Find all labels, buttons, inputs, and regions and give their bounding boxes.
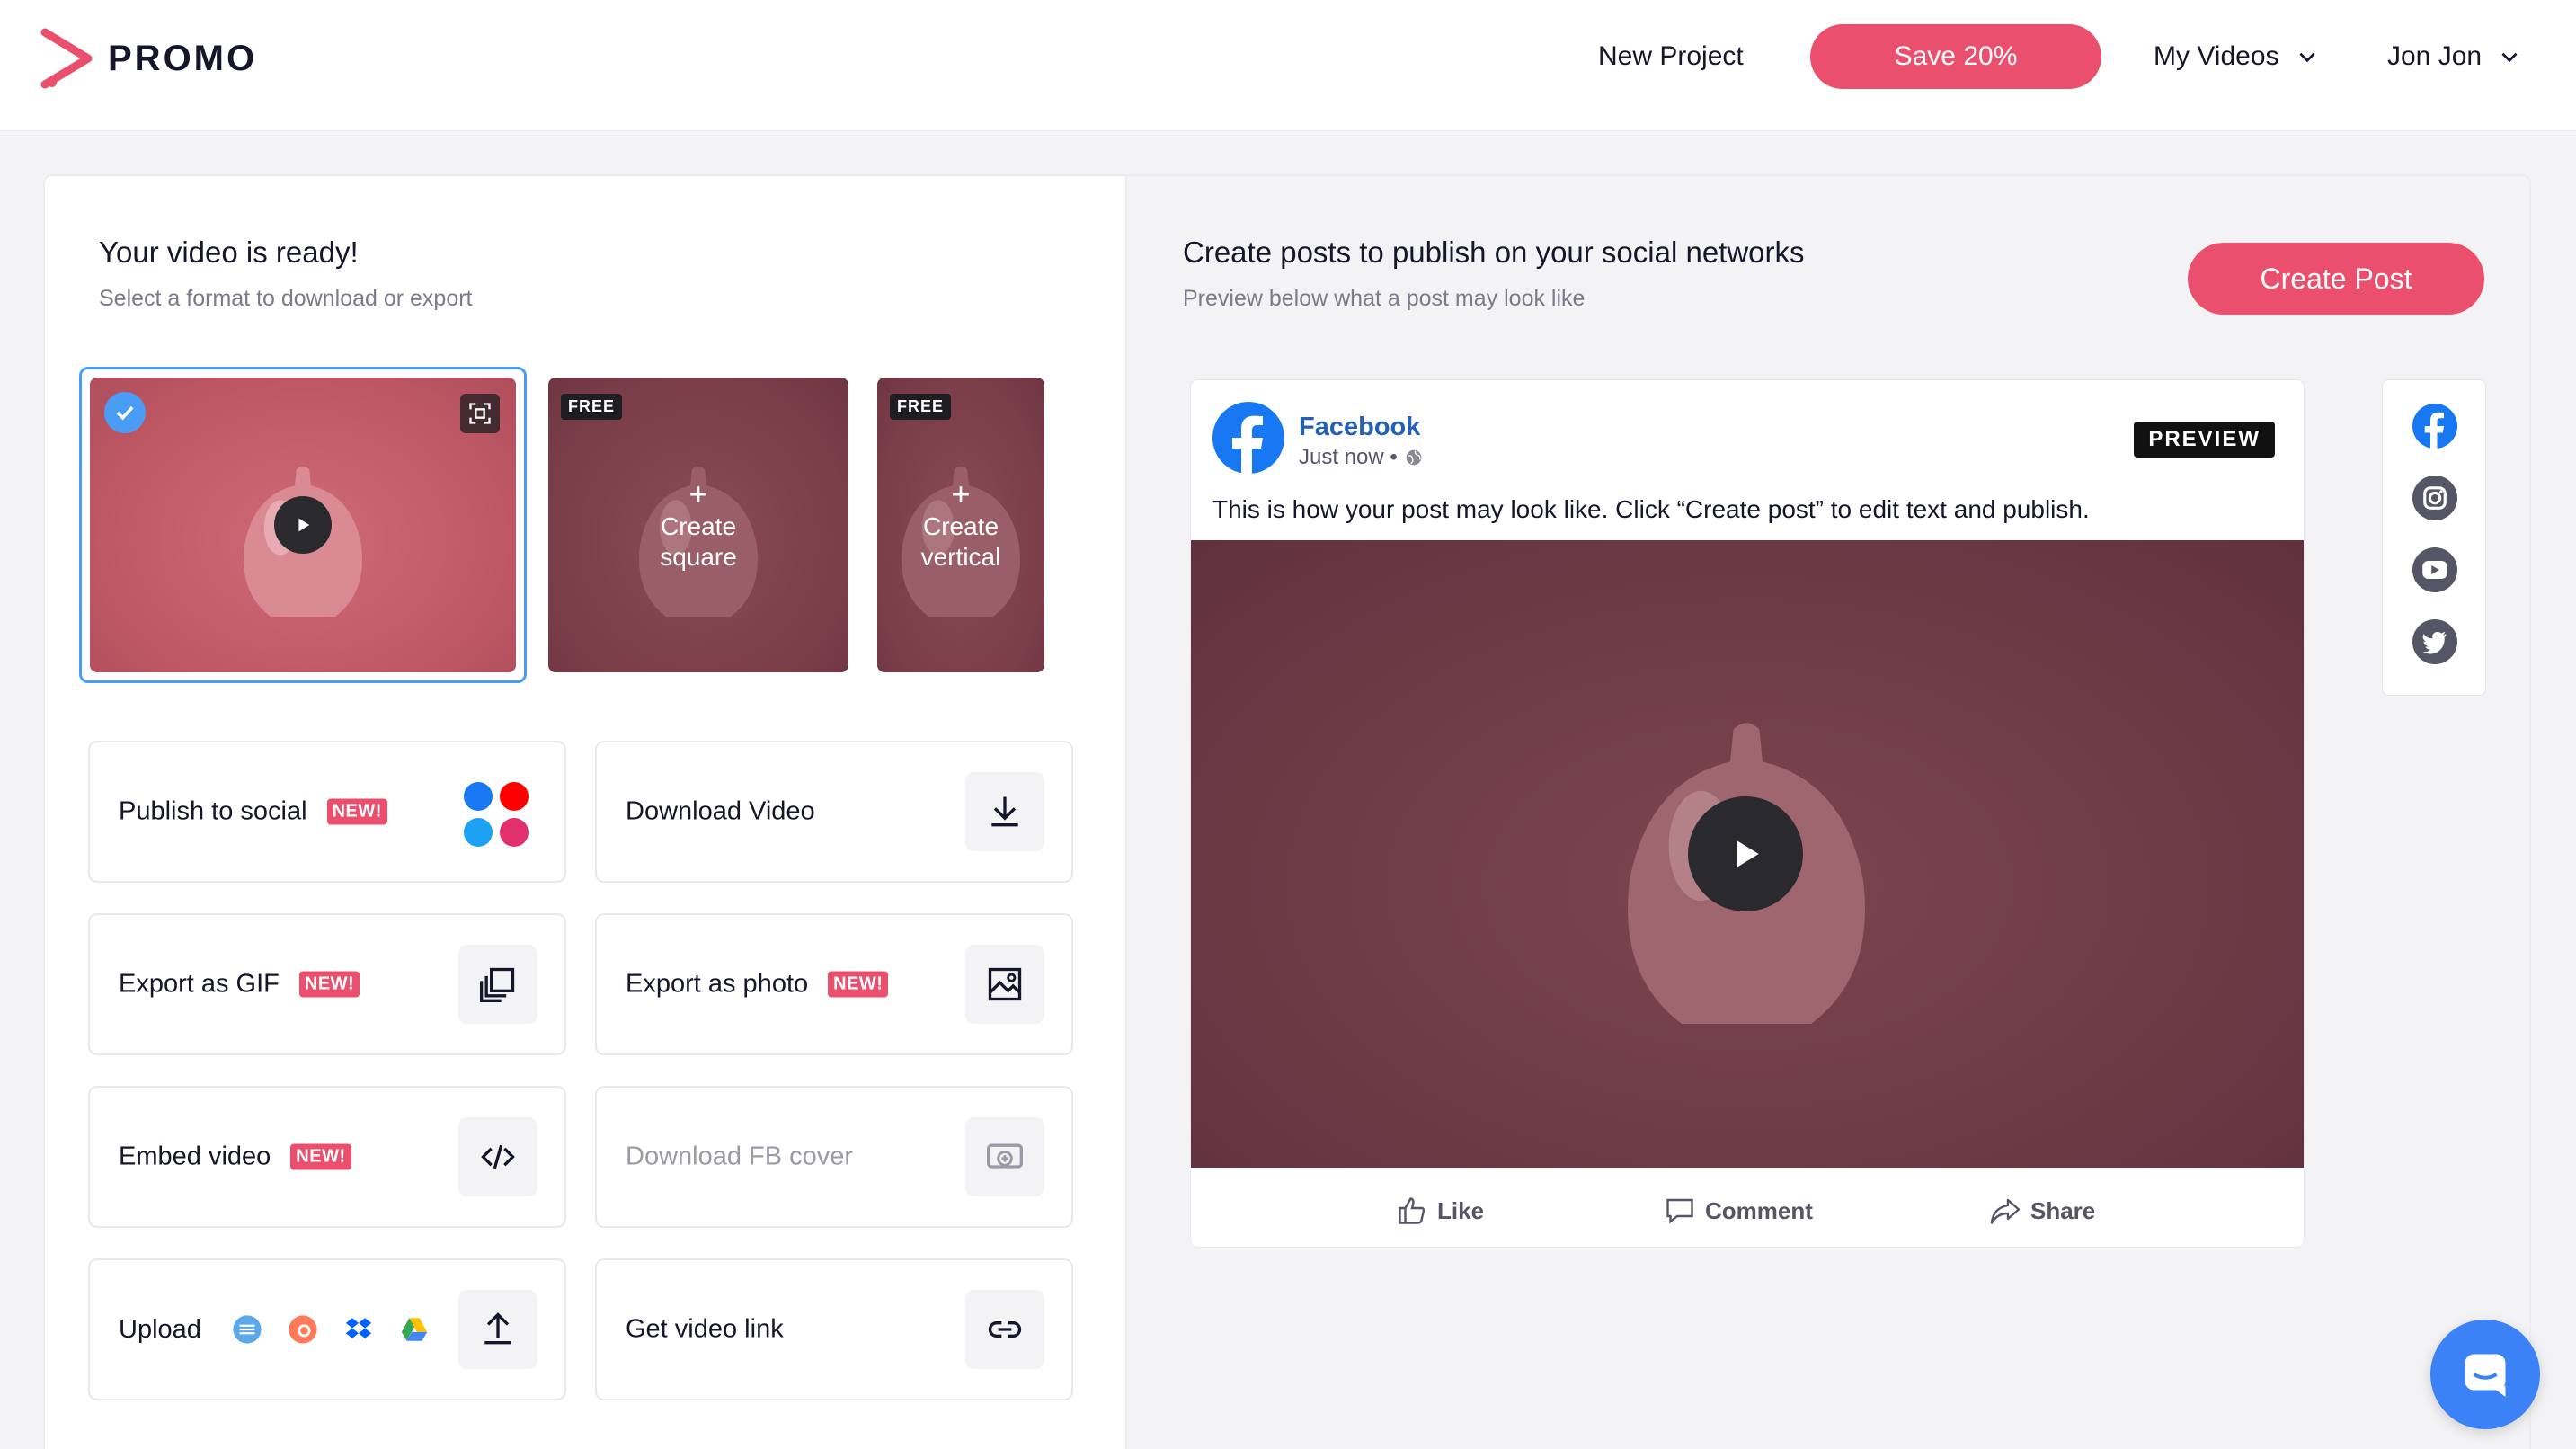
download-video-label: Download Video	[626, 796, 815, 826]
download-fb-cover-label: Download FB cover	[626, 1142, 854, 1171]
user-name: Jon Jon	[2387, 41, 2483, 71]
like-label: Like	[1437, 1196, 1485, 1224]
video-ready-title: Your video is ready!	[99, 236, 359, 269]
create-square-label: Create square	[660, 512, 737, 571]
new-badge: NEW!	[298, 971, 360, 998]
like-button[interactable]: Like	[1396, 1195, 1484, 1227]
thumbs-up-icon	[1399, 1197, 1426, 1224]
thumbnail-create-square[interactable]: FREE + Create square	[548, 378, 848, 672]
selected-check-icon	[104, 392, 146, 433]
social-network-selector	[2382, 379, 2486, 696]
plus-icon: +	[951, 476, 971, 512]
play-button[interactable]	[274, 496, 332, 554]
download-icon	[965, 772, 1044, 851]
new-badge: NEW!	[828, 971, 889, 998]
social-posts-title: Create posts to publish on your social n…	[1183, 236, 1805, 269]
post-network-name: Facebook	[1299, 413, 1421, 441]
my-videos-menu[interactable]: My Videos	[2154, 24, 2319, 89]
plus-icon: +	[688, 476, 708, 512]
google-drive-icon	[401, 1318, 428, 1341]
play-button[interactable]	[1688, 796, 1803, 911]
export-gif-option[interactable]: Export as GIF NEW!	[88, 913, 566, 1055]
comment-label: Comment	[1705, 1196, 1813, 1224]
link-icon	[965, 1290, 1044, 1369]
code-icon	[458, 1117, 537, 1196]
chevron-down-icon	[2501, 52, 2518, 63]
get-video-link-option[interactable]: Get video link	[595, 1258, 1073, 1400]
youtube-icon[interactable]	[2412, 547, 2457, 592]
create-vertical-label: Create vertical	[920, 512, 1001, 571]
export-photo-label: Export as photo	[626, 969, 809, 999]
top-header: PROMO New Project Save 20% My Videos Jon…	[0, 0, 2576, 131]
share-button[interactable]: Share	[1989, 1195, 2095, 1227]
post-text: This is how your post may look like. Cli…	[1212, 495, 2090, 523]
logo-text: PROMO	[108, 38, 258, 78]
publish-to-social-option[interactable]: Publish to social NEW!	[88, 741, 566, 883]
instagram-icon[interactable]	[2412, 476, 2457, 520]
post-actions: Like Comment Share	[1191, 1168, 2304, 1247]
embed-video-option[interactable]: Embed video NEW!	[88, 1086, 566, 1228]
create-vertical-overlay: + Create vertical	[877, 378, 1044, 672]
image-icon	[965, 945, 1044, 1024]
save-20-button[interactable]: Save 20%	[1810, 24, 2101, 89]
embed-video-label: Embed video	[119, 1142, 271, 1171]
create-square-overlay: + Create square	[548, 378, 848, 672]
facebook-logo-icon	[1212, 402, 1284, 474]
promo-logo[interactable]: PROMO	[40, 27, 257, 90]
download-fb-cover-option[interactable]: Download FB cover	[595, 1086, 1073, 1228]
share-label: Share	[2030, 1196, 2096, 1224]
post-time-label: Just now •	[1299, 445, 1398, 469]
main-panel: Your video is ready! Select a format to …	[43, 174, 2531, 1449]
download-video-option[interactable]: Download Video	[595, 741, 1073, 883]
user-menu[interactable]: Jon Jon	[2387, 24, 2521, 89]
post-time: Just now •	[1299, 445, 1423, 470]
twitter-icon	[464, 818, 493, 847]
social-icons-cluster	[460, 778, 532, 850]
new-badge: NEW!	[290, 1143, 351, 1170]
export-photo-option[interactable]: Export as photo NEW!	[595, 913, 1073, 1055]
play-icon	[298, 518, 310, 532]
facebook-icon	[464, 782, 493, 811]
social-post-panel: Create posts to publish on your social n…	[1129, 176, 2529, 1449]
play-icon	[1737, 840, 1759, 867]
share-icon	[1990, 1198, 2021, 1224]
create-post-button[interactable]: Create Post	[2188, 243, 2484, 315]
chevron-down-icon	[2298, 52, 2315, 63]
preview-badge: PREVIEW	[2134, 422, 2275, 458]
crop-icon[interactable]	[460, 394, 500, 433]
youtube-icon	[500, 782, 529, 811]
facebook-icon[interactable]	[2412, 404, 2457, 449]
my-videos-label: My Videos	[2154, 41, 2279, 71]
support-chat-button[interactable]	[2430, 1320, 2540, 1429]
upload-option[interactable]: Upload	[88, 1258, 566, 1400]
instagram-icon	[500, 818, 529, 847]
hubspot-icon	[289, 1315, 317, 1344]
twitter-icon[interactable]	[2412, 619, 2457, 664]
post-video[interactable]	[1191, 540, 2304, 1168]
facebook-post-preview: Facebook Just now • PREVIEW This is how …	[1190, 379, 2305, 1248]
dropbox-icon	[345, 1318, 372, 1338]
layers-icon	[458, 945, 537, 1024]
export-panel: Your video is ready! Select a format to …	[45, 176, 1127, 1449]
comment-button[interactable]: Comment	[1664, 1195, 1813, 1227]
email-service-icon	[233, 1315, 262, 1344]
new-badge: NEW!	[326, 798, 387, 825]
get-video-link-label: Get video link	[626, 1314, 784, 1344]
export-gif-label: Export as GIF	[119, 969, 280, 999]
thumbnail-create-vertical[interactable]: FREE + Create vertical	[877, 378, 1044, 672]
social-posts-subtitle: Preview below what a post may look like	[1183, 286, 1586, 311]
fb-cover-icon	[965, 1117, 1044, 1196]
globe-icon	[1406, 449, 1422, 466]
upload-icon	[458, 1290, 537, 1369]
new-project-link[interactable]: New Project	[1598, 24, 1744, 89]
thumbnail-original[interactable]	[90, 378, 516, 672]
chat-icon	[2465, 1354, 2506, 1397]
video-ready-subtitle: Select a format to download or export	[99, 286, 473, 311]
promo-logo-icon	[40, 28, 93, 89]
publish-to-social-label: Publish to social	[119, 796, 307, 826]
upload-destinations	[232, 1314, 430, 1345]
upload-label: Upload	[119, 1314, 201, 1344]
comment-icon	[1666, 1198, 1693, 1224]
